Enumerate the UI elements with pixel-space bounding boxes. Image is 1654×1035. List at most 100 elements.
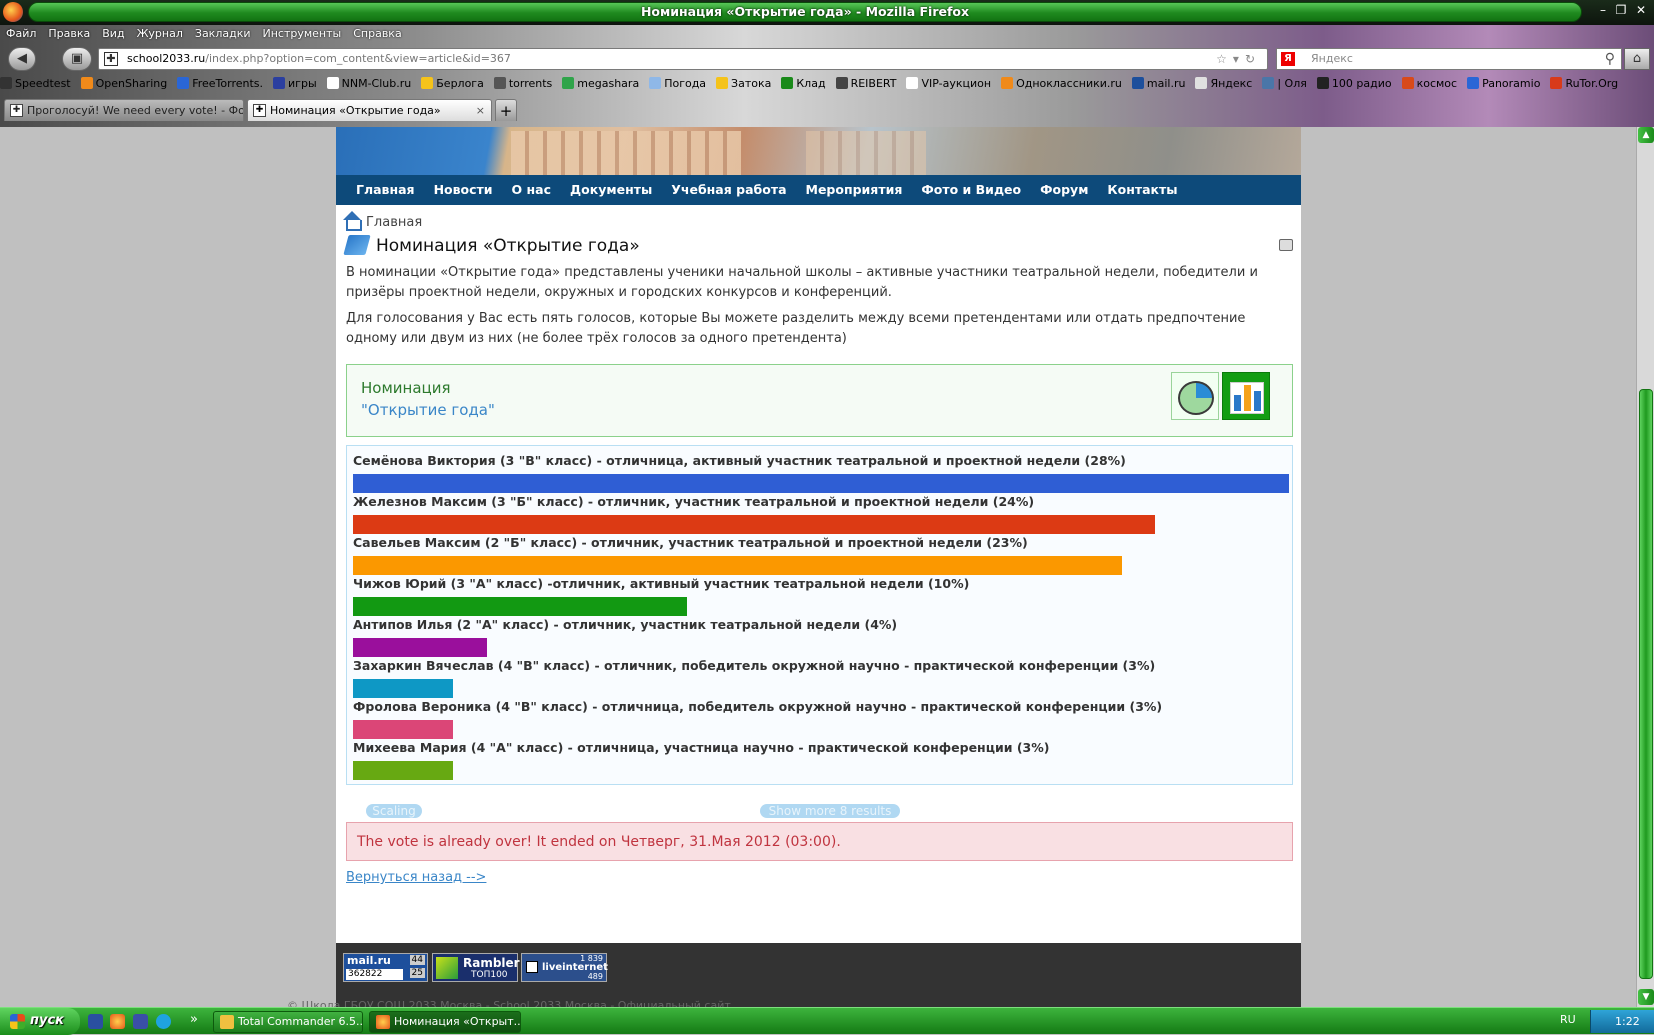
breadcrumb-home[interactable]: Главная	[366, 215, 422, 230]
bookmark-item[interactable]: Берлога	[421, 74, 484, 90]
menu-item[interactable]: Инструменты	[257, 25, 348, 42]
menu-item[interactable]: Журнал	[131, 25, 189, 42]
menu-item[interactable]: Правка	[42, 25, 96, 42]
window-title: Номинация «Открытие года» - Mozilla Fire…	[28, 2, 1582, 22]
menu-item[interactable]: Закладки	[189, 25, 257, 42]
liveinternet-counter[interactable]: 1 839 liveinternet 489	[521, 953, 608, 982]
bookmark-item[interactable]: OpenSharing	[80, 74, 167, 90]
bookmark-item[interactable]: Одноклассники.ru	[1001, 74, 1122, 90]
bookmark-label: Клад	[796, 77, 826, 90]
minimize-icon[interactable]: –	[1594, 3, 1612, 17]
address-bar[interactable]: ✚ school2033.ru/index.php?option=com_con…	[98, 48, 1268, 70]
bookmark-item[interactable]: RuTor.Org	[1550, 74, 1618, 90]
firefox-icon[interactable]	[110, 1014, 125, 1029]
search-box[interactable]: Я Яндекс ⚲	[1276, 48, 1622, 70]
firefox-logo-icon	[3, 2, 23, 22]
nav-item[interactable]: Главная	[336, 175, 424, 205]
scroll-down-icon[interactable]: ▼	[1638, 989, 1654, 1005]
system-tray: 1:22	[1590, 1010, 1654, 1033]
menu-item[interactable]: Вид	[96, 25, 130, 42]
nav-item[interactable]: Фото и Видео	[911, 175, 1030, 205]
quicklaunch-more-icon[interactable]: »	[190, 1012, 202, 1027]
scroll-up-icon[interactable]: ▲	[1638, 127, 1654, 143]
bookmark-item[interactable]: Погода	[649, 74, 706, 90]
tab-label: Номинация «Открытие года»	[270, 104, 441, 117]
page-title-text: Номинация «Открытие года»	[376, 236, 640, 256]
bookmark-item[interactable]: mail.ru	[1131, 74, 1186, 90]
nav-item[interactable]: Учебная работа	[661, 175, 795, 205]
bookmark-item[interactable]: FreeTorrents.	[177, 74, 263, 90]
vertical-scrollbar[interactable]: ▲ ▼	[1636, 127, 1654, 1007]
menubar: Файл Правка Вид Журнал Закладки Инструменты Сп…	[0, 25, 700, 45]
scrollbar-thumb[interactable]	[1639, 389, 1653, 979]
task-total-commander[interactable]: Total Commander 6.5...	[213, 1011, 363, 1033]
nav-item[interactable]: О нас	[502, 175, 560, 205]
menu-item[interactable]: Справка	[347, 25, 407, 42]
back-link[interactable]: Вернуться назад -->	[346, 870, 486, 885]
bookmark-item[interactable]: REIBERT	[835, 74, 896, 90]
bookmark-item[interactable]: Затока	[716, 74, 771, 90]
bar-chart-button[interactable]	[1222, 372, 1270, 420]
bookmark-item[interactable]: космос	[1401, 74, 1458, 90]
bookmark-item[interactable]: VIP-аукцион	[906, 74, 991, 90]
nav-item[interactable]: Форум	[1030, 175, 1097, 205]
show-more-button[interactable]: Show more 8 results	[760, 804, 900, 818]
close-icon[interactable]: ✕	[1632, 3, 1650, 17]
bookmark-item[interactable]: NNM-Club.ru	[326, 74, 411, 90]
search-icon[interactable]: ⚲	[1605, 49, 1615, 69]
nav-item[interactable]: Новости	[424, 175, 502, 205]
back-button[interactable]: ◀	[8, 47, 36, 71]
bookmark-favicon-icon	[716, 77, 729, 89]
bookmark-item[interactable]: Яндекс	[1195, 74, 1252, 90]
window-titlebar[interactable]: Номинация «Открытие года» - Mozilla Fire…	[0, 0, 1654, 25]
task-label: Total Commander 6.5...	[238, 1015, 363, 1028]
scaling-button[interactable]: Scaling	[366, 804, 422, 818]
firefox-icon	[376, 1015, 390, 1029]
home-icon[interactable]	[342, 211, 362, 231]
save-icon[interactable]	[133, 1014, 148, 1029]
bookmark-item[interactable]: Panoramio	[1467, 74, 1540, 90]
tab-nomination[interactable]: ✚ Номинация «Открытие года» ×	[247, 99, 492, 121]
bookmark-star-icon[interactable]: ☆	[1216, 52, 1233, 66]
tab-vote[interactable]: ✚ Проголосуй! We need every vote! - Фо..…	[4, 99, 244, 121]
reload-icon[interactable]: ↻	[1245, 52, 1261, 66]
nav-item[interactable]: Документы	[560, 175, 661, 205]
bookmark-item[interactable]: Speedtest	[0, 74, 71, 90]
bookmark-favicon-icon	[421, 77, 434, 89]
pie-chart-button[interactable]	[1171, 372, 1219, 420]
language-indicator[interactable]: RU	[1560, 1013, 1576, 1026]
nav-item[interactable]: Мероприятия	[796, 175, 912, 205]
bookmark-label: космос	[1416, 77, 1458, 90]
bookmark-label: mail.ru	[1146, 77, 1186, 90]
maximize-icon[interactable]: ❐	[1612, 3, 1630, 17]
nav-item[interactable]: Контакты	[1097, 175, 1186, 205]
task-firefox[interactable]: Номинация «Открыт...	[369, 1011, 521, 1033]
site-favicon-icon: ✚	[104, 52, 118, 66]
bookmark-label: Берлога	[436, 77, 484, 90]
bookmark-favicon-icon	[0, 77, 12, 89]
bookmark-item[interactable]: Клад	[781, 74, 826, 90]
desktop-icon[interactable]	[88, 1014, 103, 1029]
site-banner	[336, 127, 1301, 175]
bookmark-item[interactable]: 100 радио	[1316, 74, 1392, 90]
bookmark-item[interactable]: torrents	[493, 74, 552, 90]
print-icon[interactable]	[1279, 239, 1293, 251]
home-icon: ⌂	[1632, 51, 1642, 66]
liveinternet-icon	[526, 961, 538, 973]
poll-result-bar	[353, 761, 453, 780]
skype-icon[interactable]	[156, 1014, 171, 1029]
back-arrow-icon: ◀	[17, 51, 27, 66]
rambler-counter[interactable]: Rambler ТОП100	[432, 953, 520, 982]
task-label: Номинация «Открыт...	[394, 1015, 521, 1028]
page-icon-button[interactable]: ▣	[62, 47, 92, 71]
menu-item[interactable]: Файл	[0, 25, 42, 42]
bookmark-item[interactable]: | Оля	[1262, 74, 1307, 90]
new-tab-button[interactable]: +	[495, 99, 517, 121]
bookmark-item[interactable]: megashara	[562, 74, 639, 90]
tab-close-icon[interactable]: ×	[476, 100, 485, 121]
bookmark-item[interactable]: игры	[273, 74, 317, 90]
start-button[interactable]: пуск	[0, 1008, 80, 1035]
mailru-counter[interactable]: mail.ru 44 25 362822	[343, 953, 428, 982]
dropdown-icon[interactable]: ▾	[1233, 52, 1245, 66]
home-button[interactable]: ⌂	[1624, 48, 1650, 70]
